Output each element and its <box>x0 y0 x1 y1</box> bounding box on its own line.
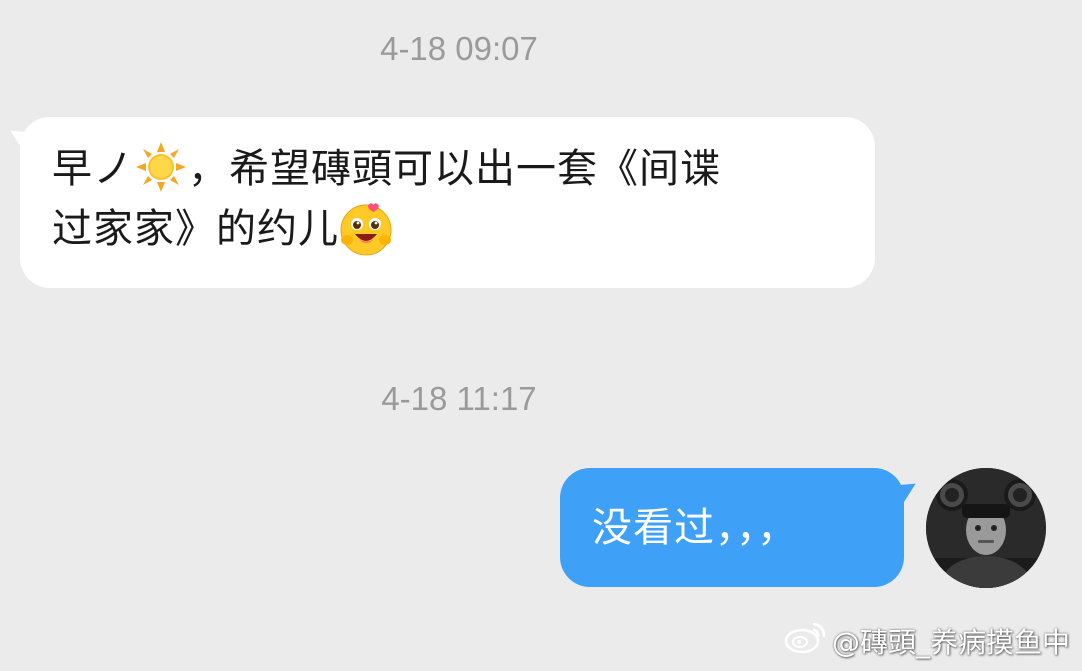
incoming-message-bubble[interactable]: 早ノ ，希望磚頭可以出一套《间谍 过家家》的约儿 <box>20 117 875 288</box>
incoming-text-part: 过家家》的约儿 <box>52 206 339 252</box>
incoming-text-part: ，希望磚頭可以出一套《间谍 <box>188 146 721 192</box>
avatar-image-icon <box>926 468 1046 588</box>
outgoing-message-bubble[interactable]: 没看过，，， <box>560 468 904 587</box>
user-avatar[interactable] <box>926 468 1046 588</box>
watermark-text: @磚頭_养病摸鱼中 <box>831 625 1070 659</box>
incoming-message-text: 早ノ ，希望磚頭可以出一套《间谍 过家家》的约儿 <box>52 139 855 259</box>
weibo-logo-icon <box>784 620 828 661</box>
outgoing-message-text: 没看过，，， <box>592 505 798 551</box>
watermark: @磚頭_养病摸鱼中 <box>784 620 1070 661</box>
incoming-text-part: 早ノ <box>52 146 134 192</box>
blushing-face-emoji-icon <box>339 200 393 256</box>
message-timestamp: 4-18 09:07 <box>380 30 538 67</box>
message-timestamp: 4-18 11:17 <box>381 380 537 417</box>
sun-emoji-icon <box>134 140 188 194</box>
